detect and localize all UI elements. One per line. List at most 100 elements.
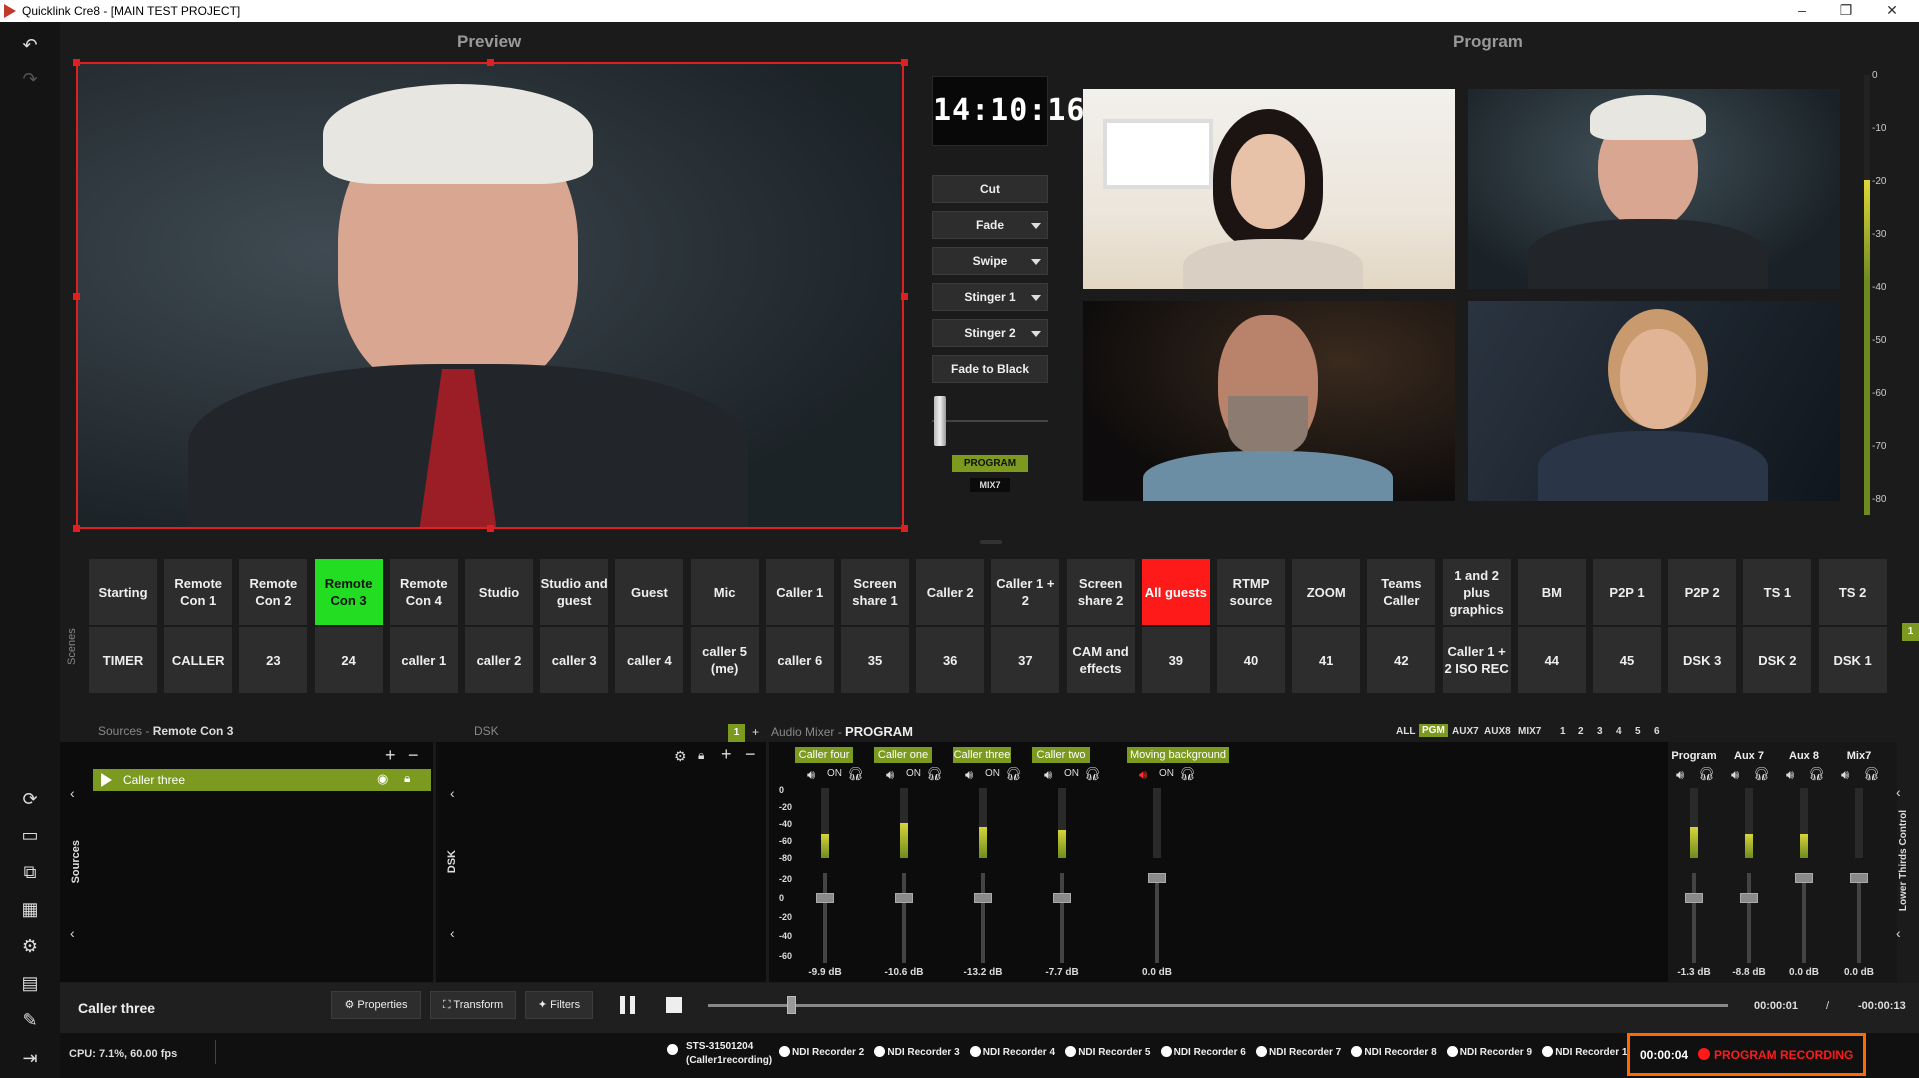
channel-fader[interactable] [1795,873,1813,963]
fade-button[interactable]: Fade [932,211,1048,239]
folder-icon[interactable]: ▤ [16,970,44,996]
sts-recorder-name[interactable]: STS-31501204 [686,1041,753,1052]
chevron-down-icon[interactable] [1031,259,1041,265]
speaker-icon[interactable]: 🔊︎ [1731,767,1739,783]
scene-button[interactable]: Caller 1 + 2 [991,559,1060,625]
program-recording-indicator[interactable]: 00:00:04 PROGRAM RECORDING [1627,1033,1866,1076]
scene-button[interactable]: caller 3 [540,627,609,693]
scene-button[interactable]: 39 [1141,627,1210,693]
headphones-icon[interactable]: 🎧︎ [1005,766,1022,782]
speaker-icon[interactable]: 🔊︎ [1044,767,1052,783]
ndi-recorder-status[interactable]: NDI Recorder 9 [1446,1046,1532,1058]
refresh-icon[interactable]: ⟳ [16,786,44,812]
transition-bar-handle[interactable] [934,396,946,446]
channel-fader[interactable] [974,873,992,963]
resize-handle[interactable] [73,525,80,532]
resize-handle[interactable] [73,59,80,66]
speaker-icon[interactable]: 🔊︎ [1786,767,1794,783]
channel-on-toggle[interactable]: ON [1159,768,1174,779]
mixer-filter-3[interactable]: 3 [1597,726,1603,737]
headphones-icon[interactable]: 🎧︎ [1808,766,1825,782]
scene-button[interactable]: caller 6 [765,627,834,693]
channel-fader[interactable] [1850,873,1868,963]
gear-icon[interactable]: ⚙ [674,748,687,765]
source-item-caller-three[interactable]: Caller three ◉ 🔒︎ [93,769,431,791]
collapse-left-icon[interactable]: ‹ [450,785,455,801]
scene-button[interactable]: TS 2 [1818,559,1887,625]
collapse-left-icon[interactable]: ‹ [450,925,455,941]
channel-fader[interactable] [1053,873,1071,963]
scene-button[interactable]: Guest [615,559,684,625]
scene-button[interactable]: P2P 1 [1593,559,1661,625]
maximize-button[interactable]: ❐ [1824,0,1868,22]
scene-button[interactable]: 37 [991,627,1060,693]
channel-fader[interactable] [895,873,913,963]
scene-button[interactable]: caller 1 [389,627,458,693]
stinger-1-button[interactable]: Stinger 1 [932,283,1048,311]
chevron-down-icon[interactable] [1031,223,1041,229]
collapse-left-icon[interactable]: ‹ [70,785,75,801]
add-dsk-button[interactable]: + [721,744,732,765]
channel-fader-knob[interactable] [1850,873,1868,883]
scene-button[interactable]: All guests [1141,559,1210,625]
chevron-down-icon[interactable] [1031,331,1041,337]
scene-button[interactable]: CAM and effects [1066,627,1135,693]
media-seek-handle[interactable] [787,996,796,1014]
speaker-icon[interactable]: 🔊︎ [886,767,894,783]
transition-bar[interactable] [932,396,1048,446]
scene-button[interactable]: Remote Con 2 [239,559,308,625]
transform-button[interactable]: ⛶ Transform [430,991,516,1019]
mixer-filter-4[interactable]: 4 [1616,726,1622,737]
scene-button[interactable]: 44 [1517,627,1586,693]
mixer-filter-all[interactable]: ALL [1396,726,1415,737]
scene-button[interactable]: 35 [841,627,909,693]
channel-fader-knob[interactable] [1685,893,1703,903]
collapse-left-icon[interactable]: ‹ [1896,925,1901,941]
resize-handle[interactable] [487,525,494,532]
headphones-icon[interactable]: 🎧︎ [926,766,943,782]
collapse-left-icon[interactable]: ‹ [70,925,75,941]
channel-fader[interactable] [1740,873,1758,963]
scene-button[interactable]: TIMER [89,627,157,693]
fade-to-black-button[interactable]: Fade to Black [932,355,1048,383]
scene-button[interactable]: caller 2 [465,627,533,693]
scene-button[interactable]: 24 [314,627,383,693]
scene-button[interactable]: DSK 1 [1818,627,1887,693]
scene-button[interactable]: Teams Caller [1367,559,1436,625]
lock-icon[interactable]: 🔒︎ [698,748,704,763]
channel-fader-knob[interactable] [1795,873,1813,883]
stop-icon[interactable] [666,997,682,1013]
channel-fader-knob[interactable] [816,893,834,903]
resize-handle[interactable] [901,293,908,300]
splitter-handle[interactable] [980,540,1002,544]
collapse-left-icon[interactable]: ‹ [1896,784,1901,800]
speaker-icon[interactable]: 🔊︎ [1676,767,1684,783]
remove-source-button[interactable]: − [408,745,419,766]
mixer-filter-pgm[interactable]: PGM [1419,724,1448,737]
ndi-recorder-status[interactable]: NDI Recorder 3 [874,1046,960,1058]
close-button[interactable]: ✕ [1870,0,1914,22]
stinger-2-button[interactable]: Stinger 2 [932,319,1048,347]
scene-button[interactable]: Remote Con 3 [314,559,383,625]
play-icon[interactable] [101,773,112,787]
channel-fader-knob[interactable] [974,893,992,903]
scene-button[interactable]: TS 1 [1743,559,1812,625]
scene-button[interactable]: Mic [690,559,759,625]
channel-fader[interactable] [816,873,834,963]
headphones-icon[interactable]: 🎧︎ [1753,766,1770,782]
ndi-recorder-status[interactable]: NDI Recorder 6 [1160,1046,1246,1058]
resize-handle[interactable] [73,293,80,300]
recorder-status-dot[interactable] [667,1044,678,1055]
scene-page-indicator[interactable]: 1 [1902,623,1919,641]
channel-fader-knob[interactable] [895,893,913,903]
mixer-filter-aux7[interactable]: AUX7 [1452,726,1479,737]
ndi-recorder-status[interactable]: NDI Recorder 7 [1256,1046,1341,1058]
speaker-icon[interactable]: 🔊︎ [965,767,973,783]
resize-handle[interactable] [901,525,908,532]
undo-icon[interactable]: ↶ [16,32,44,58]
scene-button[interactable]: Studio [465,559,533,625]
channel-fader-knob[interactable] [1740,893,1758,903]
grid-icon[interactable]: ▦ [16,896,44,922]
scene-button[interactable]: P2P 2 [1668,559,1737,625]
ndi-recorder-status[interactable]: NDI Recorder 5 [1065,1046,1150,1058]
